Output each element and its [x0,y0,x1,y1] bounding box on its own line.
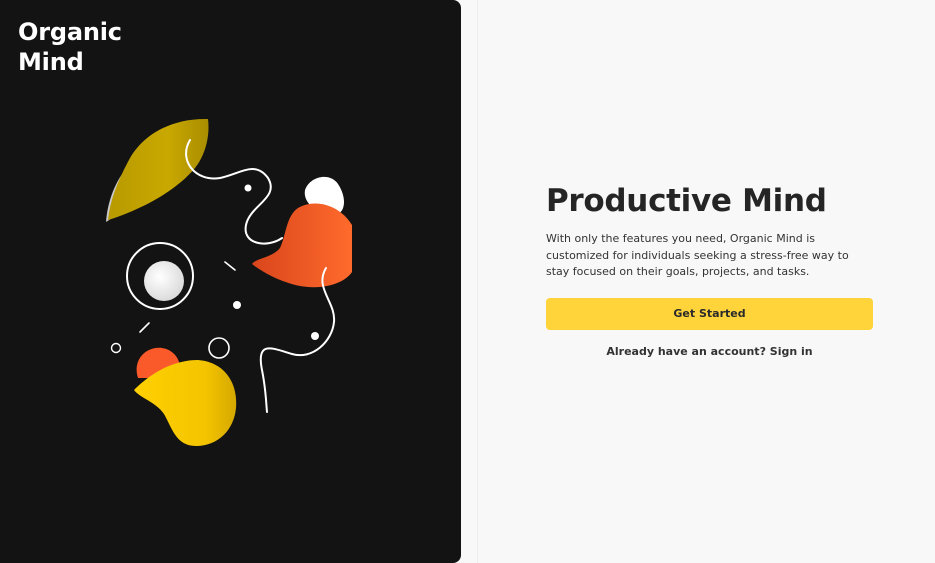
app-window: Organic Mind Productive Mind With only t… [0,0,935,563]
small-ring-2 [208,337,230,359]
dash-1 [224,261,236,271]
get-started-button[interactable]: Get Started [546,297,873,330]
page-description: With only the features you need, Organic… [546,232,849,278]
small-ring-1 [110,342,122,354]
signin-prompt: Already have an account? [606,344,770,358]
dot-1 [244,184,252,192]
dot-3 [311,332,319,340]
dash-2 [139,322,150,333]
organic-illustration [106,118,352,446]
white-wavy-line [259,267,336,413]
onboarding-panel: Productive Mind With only the features y… [478,0,935,563]
dot-2 [233,301,241,309]
onboarding-content: Productive Mind With only the features y… [546,181,874,358]
orange-drop-shape [252,203,352,288]
white-ball [144,261,184,301]
page-title: Productive Mind [546,183,827,219]
hero-panel: Organic Mind [0,0,461,563]
signin-link[interactable]: Sign in [770,345,813,358]
signin-row: Already have an account? Sign in [546,345,873,358]
